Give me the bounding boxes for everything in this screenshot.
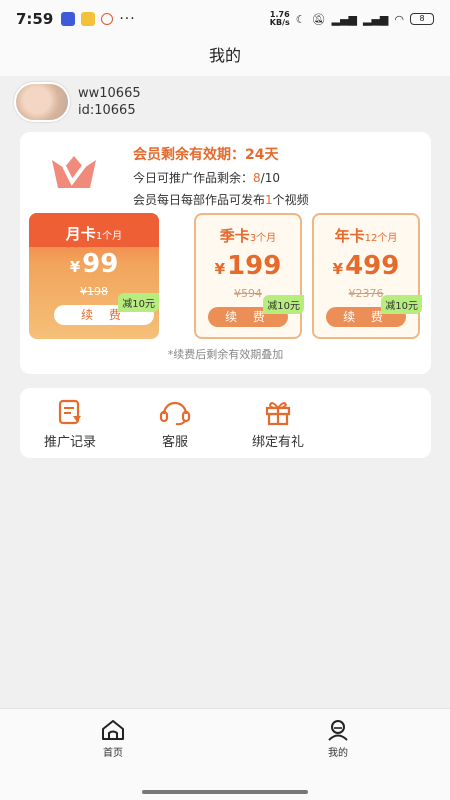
plan-price: ¥99 bbox=[69, 249, 119, 279]
document-icon bbox=[58, 399, 81, 425]
page-title: 我的 bbox=[0, 38, 450, 76]
customer-service-button[interactable]: 客服 bbox=[135, 398, 215, 450]
renew-note: *续费后剩余有效期叠加 bbox=[167, 348, 284, 361]
signal-icon: ▂▄▆ bbox=[331, 12, 357, 26]
plan-list: 月卡1个月 ¥99 ¥198 续 费 减10元 季卡3个月 ¥199 ¥594 … bbox=[29, 213, 422, 339]
status-time: 7:59 bbox=[16, 10, 54, 28]
daily-limit: 会员每日每部作品可发布1个视频 bbox=[133, 193, 309, 207]
plan-yearly[interactable]: 年卡12个月 ¥499 ¥2376 续 费 减10元 bbox=[312, 213, 422, 339]
username: ww10665 bbox=[78, 86, 141, 101]
plan-price: ¥199 bbox=[214, 251, 282, 281]
vip-crown-icon bbox=[52, 156, 96, 188]
gift-icon bbox=[265, 402, 291, 426]
avatar[interactable] bbox=[14, 82, 70, 122]
app-notification-icon bbox=[61, 12, 76, 26]
discount-badge: 减10元 bbox=[381, 295, 422, 314]
app-notification-icon bbox=[101, 13, 114, 25]
nav-home[interactable]: 首页 bbox=[83, 719, 143, 759]
mute-icon: 🔕︎ bbox=[311, 12, 326, 26]
plan-price: ¥499 bbox=[332, 251, 400, 281]
discount-badge: 减10元 bbox=[263, 295, 304, 314]
discount-badge: 减10元 bbox=[118, 293, 159, 312]
vip-expire: 会员剩余有效期：24天 bbox=[133, 147, 279, 163]
bind-gift-button[interactable]: 绑定有礼 bbox=[238, 398, 318, 450]
wifi-icon: ◠ bbox=[394, 12, 404, 26]
function-card: 推广记录 客服 绑定有礼 bbox=[20, 388, 431, 458]
more-notifications-icon: ··· bbox=[119, 11, 136, 27]
home-icon bbox=[102, 720, 124, 740]
moon-icon: ☾ bbox=[295, 12, 306, 26]
vip-card: 会员剩余有效期：24天 今日可推广作品剩余：8/10 会员每日每部作品可发布1个… bbox=[20, 132, 431, 374]
plan-monthly[interactable]: 月卡1个月 ¥99 ¥198 续 费 减10元 bbox=[29, 213, 159, 339]
promotion-records-button[interactable]: 推广记录 bbox=[30, 398, 110, 450]
user-id: id:10665 bbox=[78, 103, 136, 118]
network-speed: 1.76 KB/s bbox=[269, 10, 290, 27]
app-notification-icon bbox=[81, 12, 96, 26]
bottom-nav: 首页 我的 bbox=[0, 708, 450, 800]
nav-profile[interactable]: 我的 bbox=[308, 719, 368, 759]
headset-icon bbox=[159, 401, 191, 426]
today-remaining: 今日可推广作品剩余：8/10 bbox=[133, 171, 280, 185]
home-indicator[interactable] bbox=[142, 790, 308, 794]
signal-icon: ▂▄▆ bbox=[363, 12, 389, 26]
user-profile[interactable]: ww10665 id:10665 bbox=[14, 82, 141, 122]
battery-icon: 8 bbox=[410, 13, 434, 25]
status-bar: 7:59 ··· 1.76 KB/s ☾ 🔕︎ ▂▄▆ ▂▄▆ ◠ 8 bbox=[0, 0, 450, 38]
profile-icon bbox=[328, 720, 348, 741]
plan-quarterly[interactable]: 季卡3个月 ¥199 ¥594 续 费 减10元 bbox=[194, 213, 304, 339]
